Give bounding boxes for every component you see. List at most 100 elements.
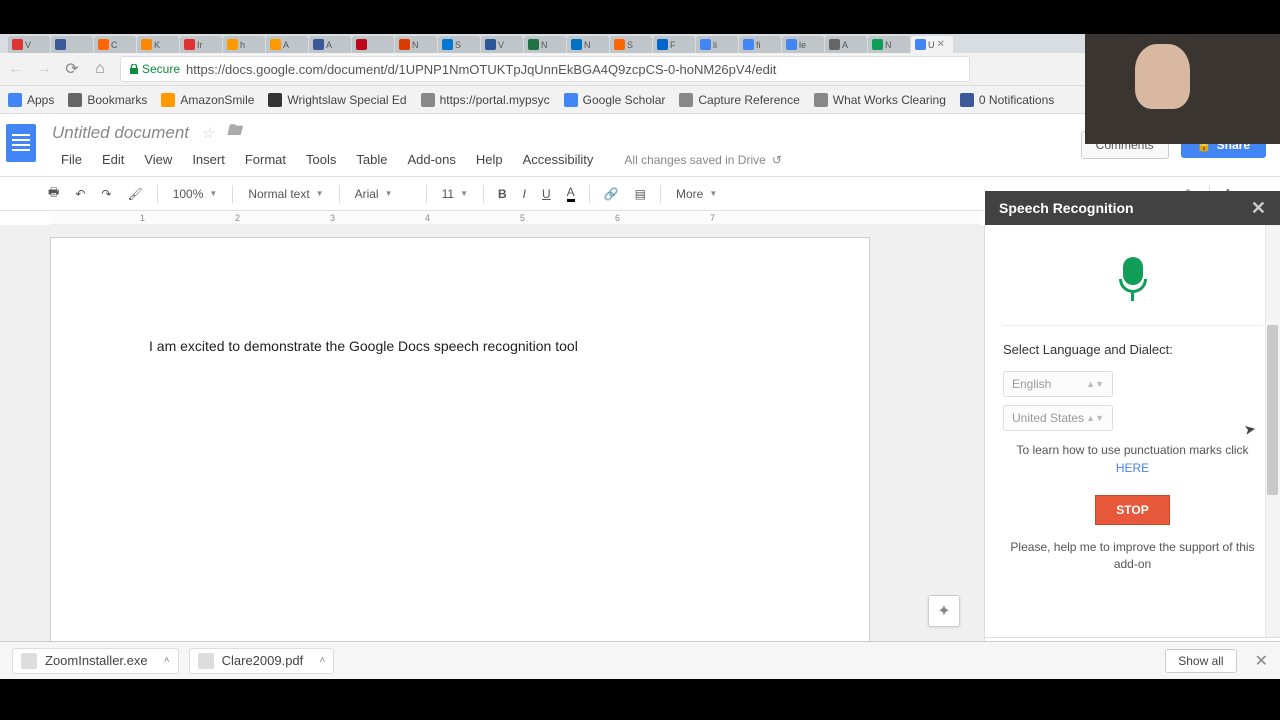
improve-text: Please, help me to improve the support o…	[1003, 539, 1262, 573]
ruler-mark: 7	[710, 213, 715, 223]
browser-tab[interactable]: A	[825, 36, 867, 53]
history-icon[interactable]: ↺	[772, 153, 782, 167]
speech-recognition-sidebar: Speech Recognition ✕ Select Language and…	[984, 225, 1280, 679]
browser-tab[interactable]: N	[567, 36, 609, 53]
bookmark-item[interactable]: Bookmarks	[68, 93, 147, 107]
font-select[interactable]: Arial▼	[348, 184, 418, 204]
webcam-overlay	[1085, 34, 1280, 144]
redo-icon[interactable]: ↷	[95, 183, 117, 205]
sidebar-header: Speech Recognition ✕	[985, 191, 1280, 225]
browser-tab[interactable]: N	[524, 36, 566, 53]
menu-help[interactable]: Help	[467, 149, 512, 170]
browser-tab[interactable]: S	[610, 36, 652, 53]
browser-tab[interactable]: V	[8, 36, 50, 53]
star-document-icon[interactable]: ☆	[201, 124, 214, 142]
menu-file[interactable]: File	[52, 149, 91, 170]
browser-tab[interactable]: V	[481, 36, 523, 53]
home-button[interactable]: ⌂	[92, 61, 108, 77]
menu-insert[interactable]: Insert	[183, 149, 234, 170]
bookmark-item[interactable]: https://portal.mypsyc	[421, 93, 550, 107]
browser-tab[interactable]: K	[137, 36, 179, 53]
ruler-mark: 4	[425, 213, 430, 223]
ruler-mark: 5	[520, 213, 525, 223]
menu-tools[interactable]: Tools	[297, 149, 345, 170]
browser-tab[interactable]: fi	[739, 36, 781, 53]
zoom-select[interactable]: 100%▼	[166, 184, 225, 204]
bookmark-item[interactable]: Apps	[8, 93, 54, 107]
menu-format[interactable]: Format	[236, 149, 295, 170]
close-downloads-icon[interactable]: ✕	[1255, 651, 1268, 671]
text-color-button[interactable]: A	[561, 181, 581, 206]
explore-button[interactable]: ✦	[928, 595, 960, 627]
chevron-up-icon[interactable]: ˄	[319, 655, 325, 666]
download-item[interactable]: Clare2009.pdf ˄	[189, 648, 335, 674]
sidebar-title: Speech Recognition	[999, 200, 1134, 216]
browser-tab[interactable]: li	[696, 36, 738, 53]
reload-button[interactable]: ⟳	[64, 61, 80, 77]
url-text: https://docs.google.com/document/d/1UPNP…	[186, 62, 776, 77]
browser-tab-active[interactable]: U✕	[911, 36, 953, 53]
browser-tab[interactable]: N	[868, 36, 910, 53]
document-title[interactable]: Untitled document	[52, 123, 189, 143]
more-toolbar[interactable]: More▼	[669, 184, 724, 204]
document-page[interactable]: I am excited to demonstrate the Google D…	[50, 237, 870, 679]
bookmark-item[interactable]: 0 Notifications	[960, 93, 1054, 107]
browser-tab[interactable]: S	[438, 36, 480, 53]
undo-icon[interactable]: ↶	[69, 183, 91, 205]
back-button[interactable]: ←	[8, 61, 24, 77]
browser-tab[interactable]: le	[782, 36, 824, 53]
forward-button[interactable]: →	[36, 61, 52, 77]
browser-tab[interactable]: A	[266, 36, 308, 53]
stop-button[interactable]: STOP	[1095, 495, 1169, 525]
browser-tab[interactable]	[352, 36, 394, 53]
browser-tab[interactable]: C	[94, 36, 136, 53]
sidebar-scrollbar[interactable]	[1265, 225, 1280, 637]
document-scroll-area[interactable]: I am excited to demonstrate the Google D…	[0, 225, 984, 679]
secure-indicator: Secure	[129, 62, 180, 76]
download-item[interactable]: ZoomInstaller.exe ˄	[12, 648, 179, 674]
bookmark-item[interactable]: Wrightslaw Special Ed	[268, 93, 406, 107]
move-folder-icon[interactable]: 🖿	[226, 120, 241, 145]
italic-button[interactable]: I	[517, 183, 532, 205]
bookmark-item[interactable]: What Works Clearing	[814, 93, 946, 107]
browser-tab[interactable]: A	[309, 36, 351, 53]
menu-edit[interactable]: Edit	[93, 149, 133, 170]
horizontal-ruler[interactable]: 1234567	[50, 211, 980, 225]
paint-format-icon[interactable]: 🖌	[121, 183, 148, 205]
menu-accessibility[interactable]: Accessibility	[514, 149, 603, 170]
language-select[interactable]: English▲▼	[1003, 371, 1113, 397]
underline-button[interactable]: U	[536, 183, 557, 205]
bookmark-item[interactable]: Google Scholar	[564, 93, 666, 107]
chevron-up-icon[interactable]: ˄	[164, 655, 170, 666]
paragraph-style-select[interactable]: Normal text▼	[241, 184, 330, 204]
docs-logo[interactable]	[0, 114, 42, 176]
menu-add-ons[interactable]: Add-ons	[398, 149, 464, 170]
font-size-select[interactable]: 11▼	[435, 184, 475, 204]
here-link[interactable]: HERE	[1116, 461, 1149, 475]
url-input[interactable]: Secure https://docs.google.com/document/…	[120, 56, 970, 82]
print-icon[interactable]: 🖶	[42, 179, 65, 208]
insert-comment-icon[interactable]: ▤	[629, 183, 652, 205]
menu-view[interactable]: View	[135, 149, 181, 170]
ruler-mark: 2	[235, 213, 240, 223]
browser-tab[interactable]: Ir	[180, 36, 222, 53]
insert-link-icon[interactable]: 🔗	[598, 183, 625, 205]
browser-tab[interactable]: h	[223, 36, 265, 53]
document-body-text: I am excited to demonstrate the Google D…	[149, 338, 578, 354]
ruler-mark: 1	[140, 213, 145, 223]
menu-table[interactable]: Table	[347, 149, 396, 170]
mouse-cursor-icon: ➤	[1243, 420, 1258, 439]
browser-tab[interactable]: F	[653, 36, 695, 53]
bookmark-item[interactable]: AmazonSmile	[161, 93, 254, 107]
close-sidebar-icon[interactable]: ✕	[1251, 198, 1266, 219]
bold-button[interactable]: B	[492, 183, 513, 205]
save-status: All changes saved in Drive ↺	[624, 149, 781, 170]
show-all-downloads[interactable]: Show all	[1165, 649, 1236, 673]
bookmark-item[interactable]: Capture Reference	[679, 93, 799, 107]
browser-tab[interactable]	[51, 36, 93, 53]
secure-label: Secure	[142, 62, 180, 76]
browser-tab[interactable]: N	[395, 36, 437, 53]
dialect-select[interactable]: United States▲▼	[1003, 405, 1113, 431]
close-tab-icon[interactable]: ✕	[937, 39, 945, 50]
microphone-icon[interactable]	[1116, 257, 1150, 301]
